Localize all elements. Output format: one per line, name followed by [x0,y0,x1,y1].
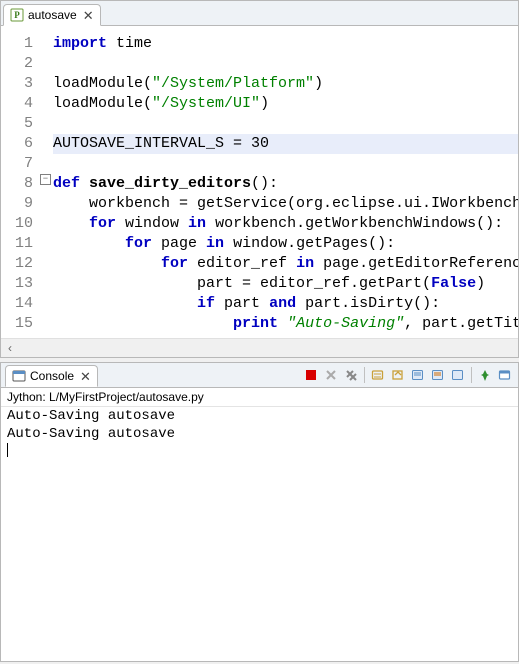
editor-horizontal-scroll: ‹ [1,338,518,357]
show-on-stderr-button[interactable] [429,366,447,384]
code-area[interactable]: 123456789101112131415 − import time load… [1,26,518,338]
code-line[interactable]: AUTOSAVE_INTERVAL_S = 30 [53,134,518,154]
line-number: 6 [1,134,33,154]
code-line[interactable]: def save_dirty_editors(): [53,174,518,194]
console-icon [12,369,26,383]
clear-console-button[interactable] [369,366,387,384]
line-number: 5 [1,114,33,134]
remove-launch-button[interactable] [322,366,340,384]
console-line: Auto-Saving autosave [7,425,512,443]
word-wrap-button[interactable] [449,366,467,384]
line-number: 4 [1,94,33,114]
line-number: 14 [1,294,33,314]
code-line[interactable]: for page in window.getPages(): [53,234,518,254]
code-line[interactable]: if part and part.isDirty(): [53,294,518,314]
svg-text:P: P [14,10,20,20]
toolbar-separator [471,367,472,383]
close-icon[interactable]: ✕ [80,370,91,383]
remove-all-terminated-button[interactable] [342,366,360,384]
console-output[interactable]: Auto-Saving autosaveAuto-Saving autosave [1,407,518,661]
code-line[interactable]: for window in workbench.getWorkbenchWind… [53,214,518,234]
code-line[interactable]: loadModule("/System/UI") [53,94,518,114]
code-line[interactable]: part = editor_ref.getPart(False) [53,274,518,294]
console-line: Auto-Saving autosave [7,407,512,425]
pin-console-button[interactable] [476,366,494,384]
console-subtitle: Jython: L/MyFirstProject/autosave.py [1,388,518,407]
line-number: 11 [1,234,33,254]
line-number: 3 [1,74,33,94]
code-line[interactable] [53,114,518,134]
editor-tab-autosave[interactable]: P autosave ✕ [3,4,101,26]
folding-strip: − [39,26,53,338]
line-number: 9 [1,194,33,214]
line-number: 12 [1,254,33,274]
line-number: 2 [1,54,33,74]
python-file-icon: P [10,8,24,22]
line-number: 7 [1,154,33,174]
editor-tab-strip: P autosave ✕ [1,1,518,26]
line-number: 8 [1,174,33,194]
editor-pane: P autosave ✕ 123456789101112131415 − imp… [0,0,519,358]
scroll-left-icon[interactable]: ‹ [1,339,19,357]
toolbar-separator [364,367,365,383]
line-number: 13 [1,274,33,294]
code-line[interactable] [53,54,518,74]
line-number: 15 [1,314,33,334]
console-pane: Console ✕ [0,362,519,662]
code-line[interactable]: print "Auto-Saving", part.getTit [53,314,518,334]
console-caret [7,443,512,461]
console-tab[interactable]: Console ✕ [5,365,98,387]
show-on-stdout-button[interactable] [409,366,427,384]
display-selected-console-button[interactable] [496,366,514,384]
editor-tab-label: autosave [28,8,77,22]
console-tabbar: Console ✕ [1,363,518,388]
code-body[interactable]: import time loadModule("/System/Platform… [53,26,518,338]
scroll-lock-button[interactable] [389,366,407,384]
fold-toggle-icon[interactable]: − [40,174,51,185]
editor-hscrollbar[interactable] [19,339,518,357]
code-line[interactable]: loadModule("/System/Platform") [53,74,518,94]
code-line[interactable]: import time [53,34,518,54]
console-tab-label: Console [30,369,74,383]
terminate-button[interactable] [302,366,320,384]
code-line[interactable]: workbench = getService(org.eclipse.ui.IW… [53,194,518,214]
line-number: 1 [1,34,33,54]
code-line[interactable] [53,154,518,174]
code-line[interactable]: for editor_ref in page.getEditorReferenc [53,254,518,274]
close-icon[interactable]: ✕ [83,9,94,22]
line-number-gutter: 123456789101112131415 [1,26,39,338]
line-number: 10 [1,214,33,234]
